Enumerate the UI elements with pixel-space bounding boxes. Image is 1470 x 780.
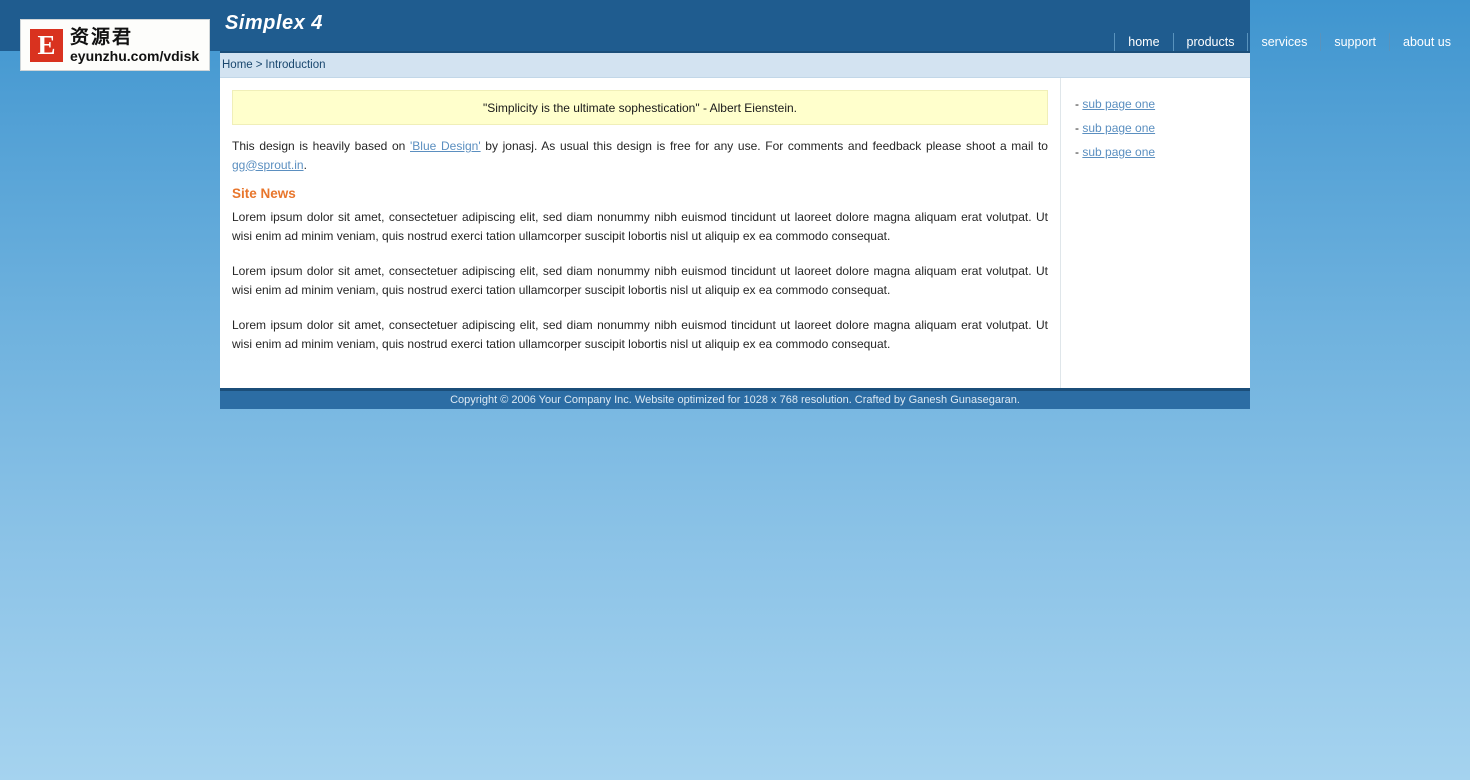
email-link[interactable]: gg@sprout.in [232, 158, 304, 172]
breadcrumb-home-link[interactable]: Home [222, 59, 253, 71]
quote-text: "Simplicity is the ultimate sophesticati… [483, 100, 797, 115]
intro-paragraph: This design is heavily based on 'Blue De… [232, 137, 1048, 174]
nav-item-services[interactable]: services [1248, 33, 1322, 51]
intro-text-part1: This design is heavily based on [232, 139, 411, 153]
sidebar-item-2: - sub page one [1075, 116, 1250, 140]
logo-letter-icon: E [30, 28, 63, 62]
blue-design-link[interactable]: 'Blue Design' [410, 139, 481, 153]
sidebar-link-sub-page-one-2[interactable]: sub page one [1082, 121, 1155, 135]
breadcrumb-current: Introduction [265, 59, 326, 71]
page-container: Home > Introduction "Simplicity is the u… [220, 51, 1250, 409]
page-title: Simplex 4 [225, 12, 323, 34]
sidebar-link-sub-page-one-1[interactable]: sub page one [1082, 97, 1155, 111]
sidebar-bullet: - [1075, 97, 1079, 111]
sidebar-bullet: - [1075, 121, 1079, 135]
sidebar-bullet: - [1075, 145, 1079, 159]
sidebar-item-3: - sub page one [1075, 140, 1250, 164]
news-paragraph-3: Lorem ipsum dolor sit amet, consectetuer… [232, 318, 1048, 351]
news-paragraph-1: Lorem ipsum dolor sit amet, consectetuer… [232, 210, 1048, 243]
breadcrumb-separator: > [255, 59, 263, 71]
logo-text: 资源君 eyunzhu.com/vdisk [70, 27, 199, 64]
quote-banner: "Simplicity is the ultimate sophesticati… [232, 90, 1048, 125]
main-navigation: home products services support about us [1114, 33, 1460, 51]
intro-text-part3: . [303, 157, 307, 172]
main-content: "Simplicity is the ultimate sophesticati… [220, 78, 1060, 388]
sidebar-item-1: - sub page one [1075, 92, 1250, 116]
body-row: "Simplicity is the ultimate sophesticati… [220, 78, 1250, 388]
right-sidebar: - sub page one - sub page one - sub page… [1060, 78, 1250, 388]
logo-url-text: eyunzhu.com/vdisk [70, 47, 200, 64]
nav-item-about-us[interactable]: about us [1390, 33, 1460, 51]
intro-text-part2: by jonasj. As usual this design is free … [480, 139, 1048, 153]
news-paragraph-2: Lorem ipsum dolor sit amet, consectetuer… [232, 264, 1048, 297]
site-footer: Copyright © 2006 Your Company Inc. Websi… [220, 388, 1250, 409]
sidebar-link-sub-page-one-3[interactable]: sub page one [1082, 145, 1155, 159]
nav-item-support[interactable]: support [1321, 33, 1391, 51]
logo-chinese-text: 资源君 [70, 25, 134, 48]
site-news-heading: Site News [232, 186, 296, 201]
breadcrumb: Home > Introduction [220, 51, 1250, 78]
nav-item-products[interactable]: products [1174, 33, 1249, 51]
nav-item-home[interactable]: home [1114, 33, 1174, 51]
site-logo[interactable]: E 资源君 eyunzhu.com/vdisk [20, 19, 210, 71]
footer-copyright-text: Copyright © 2006 Your Company Inc. Websi… [450, 394, 1020, 406]
